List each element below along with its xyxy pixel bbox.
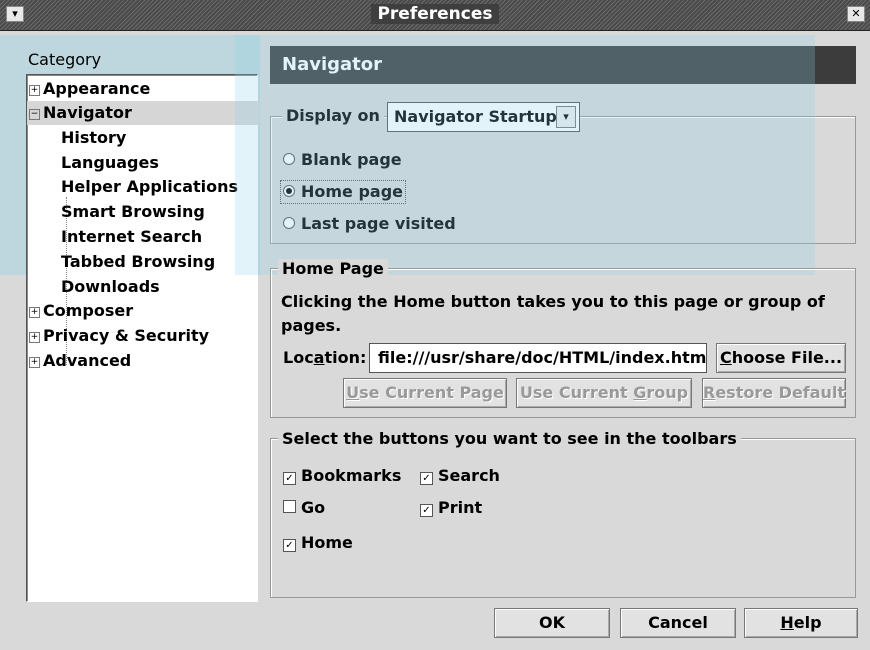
close-icon: ✕: [851, 7, 861, 20]
checkbox-label: Print: [438, 498, 483, 517]
home-page-group-title: Home Page: [278, 259, 388, 278]
radio-blank-page[interactable]: Blank page: [283, 149, 402, 171]
checkbox-label: Search: [438, 466, 500, 485]
checkbox-label: Bookmarks: [301, 466, 402, 485]
check-icon: ✓: [283, 472, 296, 485]
radio-last-page-visited[interactable]: Last page visited: [283, 213, 456, 235]
tree-item-history[interactable]: History: [61, 126, 126, 150]
tree-item-label: Privacy & Security: [43, 326, 210, 345]
category-tree[interactable]: + Appearance − Navigator History Languages…: [26, 74, 259, 602]
tree-item-internet-search[interactable]: Internet Search: [61, 225, 202, 249]
location-input[interactable]: file:///usr/share/doc/HTML/index.html: [369, 343, 707, 373]
tree-item-label: Navigator: [43, 103, 132, 122]
panel-title: Navigator: [270, 46, 856, 84]
category-label: Category: [28, 50, 102, 69]
close-button[interactable]: ✕: [847, 6, 865, 22]
checkbox-bookmarks[interactable]: ✓ Bookmarks: [283, 465, 401, 487]
tree-item-label: Downloads: [61, 277, 160, 296]
location-value: file:///usr/share/doc/HTML/index.html: [378, 348, 707, 367]
display-on-label: Display on: [282, 106, 384, 125]
tree-item-label: Internet Search: [61, 227, 203, 246]
radio-icon: [283, 185, 295, 197]
collapse-icon[interactable]: −: [29, 109, 40, 120]
tree-item-navigator[interactable]: − Navigator: [27, 101, 259, 125]
tree-item-label: Helper Applications: [61, 177, 239, 196]
toolbars-group-title: Select the buttons you want to see in th…: [278, 429, 741, 448]
ok-button[interactable]: OK: [494, 608, 610, 638]
tree-item-label: Languages: [61, 153, 159, 172]
check-icon: ✓: [420, 504, 433, 517]
checkbox-home[interactable]: ✓ Home: [283, 532, 353, 554]
tree-item-label: Composer: [43, 301, 134, 320]
tree-item-downloads[interactable]: Downloads: [61, 275, 160, 299]
checkbox-go[interactable]: Go: [283, 497, 325, 519]
choose-file-button[interactable]: Choose File...: [716, 343, 846, 373]
tree-item-languages[interactable]: Languages: [61, 151, 159, 175]
radio-label: Blank page: [301, 150, 402, 169]
check-icon: ✓: [283, 539, 296, 552]
radio-home-page[interactable]: Home page: [279, 180, 407, 204]
expand-icon[interactable]: +: [29, 307, 40, 318]
checkbox-label: Home: [301, 533, 353, 552]
radio-icon: [283, 217, 295, 229]
checkbox-print[interactable]: ✓ Print: [420, 497, 482, 519]
home-page-description: Clicking the Home button takes you to th…: [281, 292, 825, 335]
tree-item-privacy-security[interactable]: + Privacy & Security: [29, 324, 209, 348]
restore-default-button[interactable]: Restore Default: [702, 378, 846, 408]
window-title: Preferences: [0, 4, 870, 24]
expand-icon[interactable]: +: [29, 332, 40, 343]
tree-item-label: Smart Browsing: [61, 202, 205, 221]
location-label: Location:: [283, 348, 367, 367]
radio-icon: [283, 153, 295, 165]
use-current-page-button[interactable]: Use Current Page: [343, 378, 507, 408]
radio-label: Last page visited: [301, 214, 456, 233]
toolbars-group: [270, 438, 856, 598]
expand-icon[interactable]: +: [29, 357, 40, 368]
help-button[interactable]: Help: [744, 608, 858, 638]
tree-item-appearance[interactable]: + Appearance: [29, 77, 150, 101]
checkbox-empty-icon: [283, 500, 296, 513]
tree-item-label: History: [61, 128, 127, 147]
tree-item-tabbed-browsing[interactable]: Tabbed Browsing: [61, 250, 215, 274]
tree-item-composer[interactable]: + Composer: [29, 299, 133, 323]
cancel-button[interactable]: Cancel: [620, 608, 736, 638]
use-current-group-button[interactable]: Use Current Group: [516, 378, 692, 408]
tree-item-label: Tabbed Browsing: [61, 252, 216, 271]
expand-icon[interactable]: +: [29, 85, 40, 96]
display-on-value: Navigator Startup: [394, 107, 557, 126]
title-bar[interactable]: ▾ Preferences ✕: [0, 0, 870, 31]
tree-item-label: Appearance: [43, 79, 151, 98]
tree-item-helper-applications[interactable]: Helper Applications: [61, 175, 238, 199]
tree-item-advanced[interactable]: + Advanced: [29, 349, 131, 373]
radio-label: Home page: [301, 182, 404, 201]
checkbox-label: Go: [301, 498, 326, 517]
display-on-select[interactable]: Navigator Startup ▾: [387, 102, 580, 132]
chevron-down-icon[interactable]: ▾: [556, 106, 576, 128]
tree-item-label: Advanced: [43, 351, 132, 370]
checkbox-search[interactable]: ✓ Search: [420, 465, 500, 487]
tree-item-smart-browsing[interactable]: Smart Browsing: [61, 200, 205, 224]
check-icon: ✓: [420, 472, 433, 485]
